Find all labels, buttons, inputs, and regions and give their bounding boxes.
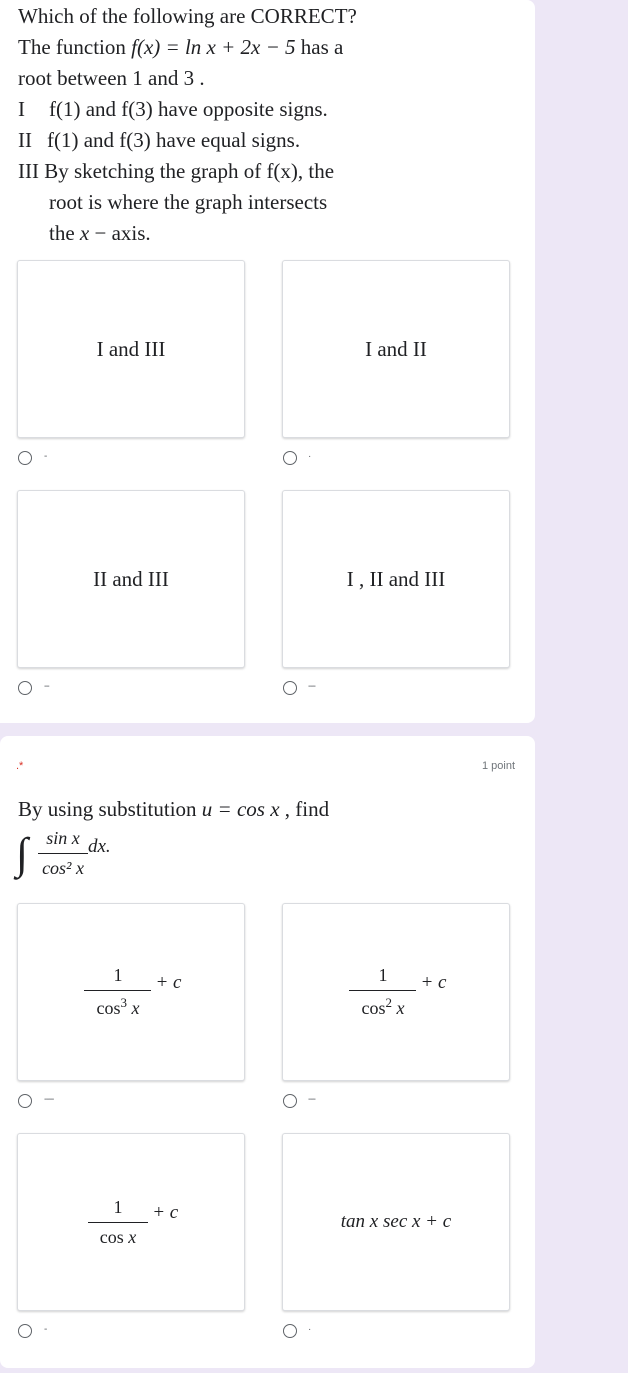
points-label: 1 point	[481, 760, 515, 772]
question-1-root-line: root between 1 and 3 .	[18, 66, 205, 90]
den-var: x	[131, 998, 140, 1018]
q2-option-1-box[interactable]: 1 cos3 x + c	[17, 903, 245, 1081]
q1-option-3-label: --	[44, 681, 50, 692]
den-pow: 3	[120, 995, 127, 1010]
q2-option-1-radio[interactable]	[18, 1094, 32, 1108]
q2-option-4-text: tan x sec x + c	[340, 1211, 452, 1232]
q1-option-3-text: II and III	[93, 566, 169, 591]
den-fn: cos	[361, 998, 386, 1018]
q1-option-3-box[interactable]: II and III	[17, 490, 245, 668]
fraction: 1 cos3 x	[84, 965, 152, 1019]
integral-expression: ∫ sin x cos² x dx.	[16, 828, 111, 879]
q2-option-2-label: ---	[308, 1094, 316, 1105]
q1-option-2-radio[interactable]	[283, 451, 297, 465]
statement-2-numeral: II	[18, 128, 32, 152]
denominator: cos3 x	[84, 990, 152, 1019]
q1-option-1-radio[interactable]	[18, 451, 32, 465]
q1-option-4-box[interactable]: I , II and III	[282, 490, 510, 668]
statement-1-text: f(1) and f(3) have opposite signs.	[49, 97, 328, 121]
denominator: cos x	[87, 1221, 149, 1248]
integrand-fraction: sin x cos² x	[38, 828, 88, 879]
constant-term: + c	[152, 1202, 179, 1223]
numerator: 1	[378, 965, 388, 985]
substitution-expression: u = cos x	[201, 797, 280, 821]
integrand-numerator: sin x	[46, 828, 80, 848]
question-1-function-line: The function f(x) = ln x + 2x − 5 has a	[18, 32, 357, 63]
den-var: x	[396, 998, 405, 1018]
statement-3-tail: f(x), the	[266, 159, 335, 183]
required-marker: .*	[16, 760, 24, 772]
statement-2: II f(1) and f(3) have equal signs.	[18, 125, 357, 156]
q1-option-4-radio[interactable]	[283, 681, 297, 695]
q2-option-4-box[interactable]: tan x sec x + c	[282, 1133, 510, 1311]
statement-1-numeral: I	[18, 97, 25, 121]
question-1-text: Which of the following are CORRECT? The …	[18, 1, 357, 249]
question-1-heading: Which of the following are CORRECT?	[18, 4, 357, 28]
q1-option-2-label: ·	[308, 451, 312, 462]
q2-option-1-label: ----	[44, 1094, 54, 1105]
statement-3-text: III By sketching the graph of	[18, 159, 267, 183]
q2-option-1-math: 1 cos3 x + c	[80, 965, 182, 1019]
integrand-denominator: cos² x	[38, 853, 88, 879]
statement-1: If(1) and f(3) have opposite signs.	[18, 94, 357, 125]
q2-option-3-math: 1 cos x + c	[84, 1196, 179, 1248]
constant-term: + c	[420, 972, 447, 993]
q2-option-2-box[interactable]: 1 cos2 x + c	[282, 903, 510, 1081]
statement-2-text: f(1) and f(3) have equal signs.	[47, 128, 301, 152]
den-pow: 2	[385, 995, 392, 1010]
q1-option-3-radio[interactable]	[18, 681, 32, 695]
q2-option-3-box[interactable]: 1 cos x + c	[17, 1133, 245, 1311]
axis-variable: x	[79, 221, 90, 245]
integral-sign-icon: ∫	[16, 828, 29, 878]
q1-option-2-text: I and II	[365, 336, 427, 361]
q1-option-4-label: ---	[308, 681, 316, 692]
q2-option-2-radio[interactable]	[283, 1094, 297, 1108]
numerator: 1	[113, 965, 123, 985]
text-fragment: the	[49, 221, 80, 245]
q1-option-4-text: I , II and III	[346, 566, 446, 591]
constant-term: + c	[155, 972, 182, 993]
statement-3: III By sketching the graph of f(x), the	[18, 156, 357, 187]
q2-option-3-label: -	[44, 1324, 48, 1335]
q2-option-4-label: ·	[308, 1324, 312, 1335]
fraction: 1 cos x	[87, 1196, 149, 1248]
q1-option-1-box[interactable]: I and III	[17, 260, 245, 438]
question-2-text: By using substitution u = cos x , find	[18, 794, 329, 825]
den-fn: cos	[99, 1226, 124, 1247]
integrand-dx: dx.	[87, 835, 111, 857]
statement-3-line-2: root is where the graph intersects	[49, 190, 328, 214]
text-fragment: , find	[279, 797, 330, 821]
text-fragment: − axis.	[89, 221, 151, 245]
numerator: 1	[113, 1196, 123, 1217]
q1-option-2-box[interactable]: I and II	[282, 260, 510, 438]
function-expression: f(x) = ln x + 2x − 5	[131, 35, 296, 59]
question-2-prompt: By using substitution u = cos x , find	[18, 794, 329, 825]
text-fragment: has a	[295, 35, 344, 59]
text-fragment: By using substitution	[18, 797, 202, 821]
den-fn: cos	[96, 998, 121, 1018]
den-var: x	[128, 1226, 137, 1247]
fraction: 1 cos2 x	[349, 965, 417, 1019]
q2-option-2-math: 1 cos2 x + c	[345, 965, 447, 1019]
text-fragment: The function	[18, 35, 132, 59]
q2-option-4-radio[interactable]	[283, 1324, 297, 1338]
q2-option-3-radio[interactable]	[18, 1324, 32, 1338]
denominator: cos2 x	[349, 990, 417, 1019]
statement-3-line-3: the x − axis.	[18, 218, 357, 249]
q1-option-1-label: -	[44, 451, 48, 462]
q1-option-1-text: I and III	[96, 336, 166, 361]
